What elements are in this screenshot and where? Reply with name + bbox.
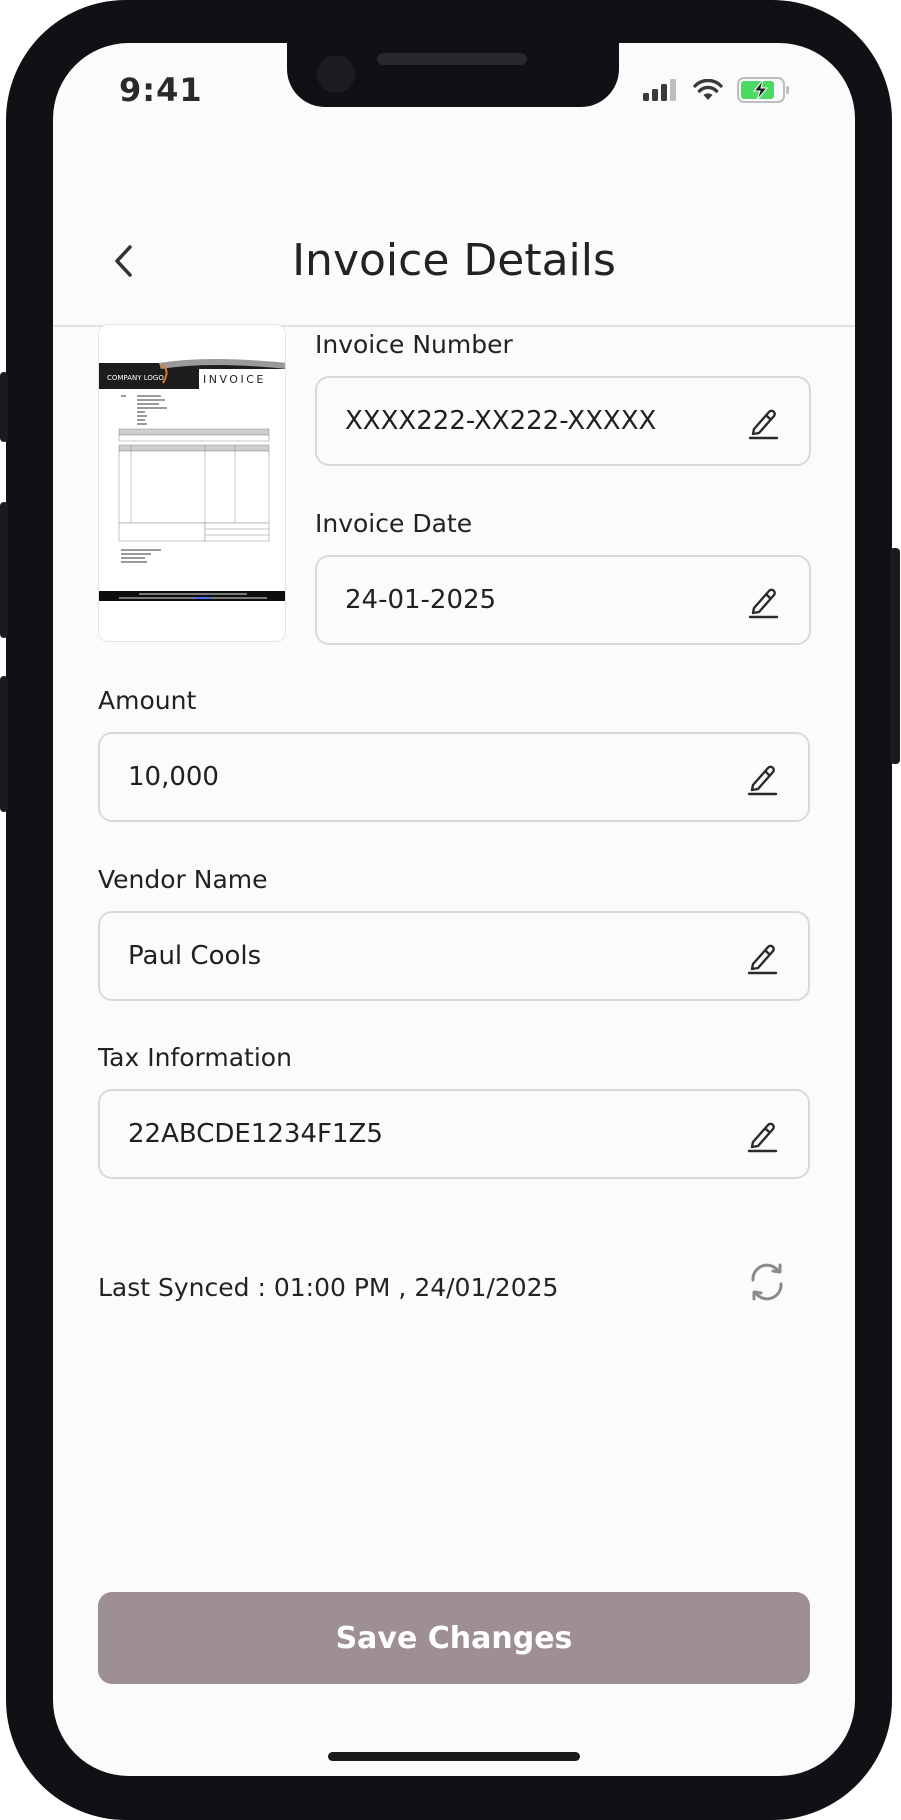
invoice-date-field[interactable]: 24-01-2025 — [315, 555, 811, 645]
invoice-number-field[interactable]: XXXX222-XX222-XXXXX — [315, 376, 811, 466]
invoice-number-value: XXXX222-XX222-XXXXX — [345, 406, 657, 436]
invoice-thumbnail[interactable]: COMPANY LOGO INVOICE — [98, 324, 286, 642]
battery-charging-icon — [737, 77, 789, 103]
status-time: 9:41 — [119, 71, 203, 109]
page-title: Invoice Details — [292, 235, 616, 286]
notch — [287, 43, 619, 107]
tax-information-label: Tax Information — [98, 1043, 292, 1072]
status-icons — [643, 77, 791, 103]
vendor-name-value: Paul Cools — [128, 941, 262, 971]
last-synced-text: Last Synced : 01:00 PM , 24/01/2025 — [98, 1273, 559, 1302]
thumbnail-title: INVOICE — [203, 373, 266, 386]
pencil-icon[interactable] — [745, 404, 781, 440]
speaker-grille — [377, 53, 527, 65]
home-indicator[interactable] — [328, 1752, 580, 1761]
pencil-icon[interactable] — [744, 760, 780, 796]
invoice-date-value: 24-01-2025 — [345, 585, 497, 615]
signal-icon — [643, 79, 676, 101]
vendor-name-field[interactable]: Paul Cools — [98, 911, 810, 1001]
volume-down-button — [0, 676, 8, 812]
invoice-preview-image: COMPANY LOGO INVOICE — [99, 325, 285, 641]
app-screen: 9:41 Invoice Details COMPANY LOGO INVOIC… — [53, 43, 855, 1776]
volume-up-button — [0, 502, 8, 638]
invoice-number-label: Invoice Number — [315, 330, 513, 359]
vendor-name-label: Vendor Name — [98, 865, 268, 894]
front-camera — [317, 55, 355, 93]
wifi-icon — [693, 79, 723, 100]
power-button — [890, 548, 900, 764]
pencil-icon[interactable] — [744, 939, 780, 975]
save-changes-button[interactable]: Save Changes — [98, 1592, 810, 1684]
tax-information-field[interactable]: 22ABCDE1234F1Z5 — [98, 1089, 810, 1179]
sync-icon[interactable] — [743, 1258, 791, 1306]
amount-field[interactable]: 10,000 — [98, 732, 810, 822]
phone-frame: 9:41 Invoice Details COMPANY LOGO INVOIC… — [0, 0, 900, 1820]
invoice-date-label: Invoice Date — [315, 509, 473, 538]
app-header: Invoice Details — [53, 163, 855, 327]
amount-label: Amount — [98, 686, 197, 715]
amount-value: 10,000 — [128, 762, 219, 792]
tax-information-value: 22ABCDE1234F1Z5 — [128, 1119, 383, 1149]
thumbnail-logo-text: COMPANY LOGO — [107, 374, 164, 382]
pencil-icon[interactable] — [745, 583, 781, 619]
pencil-icon[interactable] — [744, 1117, 780, 1153]
mute-switch — [0, 372, 8, 442]
